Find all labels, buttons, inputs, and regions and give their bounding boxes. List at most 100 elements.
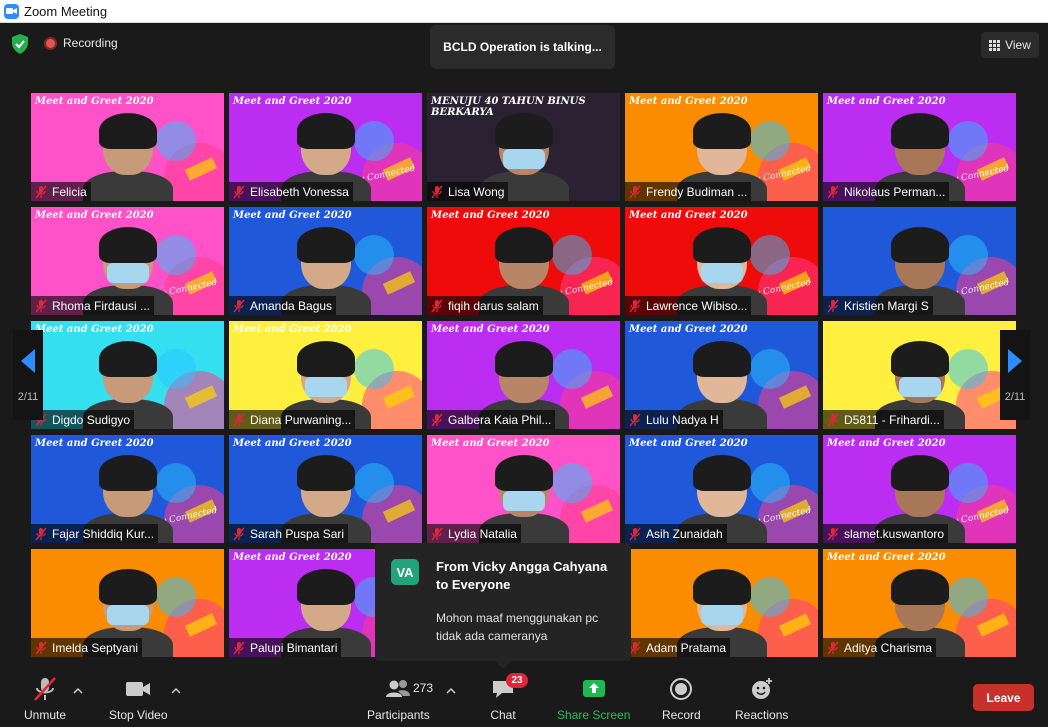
person-hair [891,113,949,149]
participant-name: Rhoma Firdausi ... [52,298,151,313]
previous-page-button[interactable]: 2/11 [13,330,43,420]
person-hair [99,341,157,377]
participant-tile[interactable]: Meet and Greet 2020 Aditya Charisma [823,549,1016,657]
background-decoration [354,121,394,161]
face-mask [107,263,149,283]
background-banner-text: Meet and Greet 2020 [233,210,352,221]
arrow-left-icon [21,349,35,373]
meeting-view: Recording BCLD Operation is talking... V… [0,23,1048,727]
participant-tile[interactable]: Imelda Septyani [31,549,224,657]
recording-indicator[interactable]: Recording [44,36,118,50]
participant-name-tag: slamet.kuswantoro [823,524,949,543]
talking-label: BCLD Operation is talking... [443,40,602,54]
person-hair [297,341,355,377]
participant-tile[interactable]: Meet and Greet 2020 Stay Connected Frendy … [625,93,818,201]
background-decoration [948,577,988,617]
person-hair [297,569,355,605]
participant-name-tag: Kristien Margi S [823,296,933,315]
participant-name: D5811 - Frihardi... [844,412,940,427]
muted-microphone-icon [827,299,839,312]
participant-tile[interactable]: Meet and Greet 2020 Stay Connected Rhoma F… [31,207,224,315]
background-banner-text: Meet and Greet 2020 [233,552,352,563]
participant-tile[interactable]: Meet and Greet 2020 Diana Purwaning... [229,321,422,429]
background-decoration [750,577,790,617]
background-decoration [354,349,394,389]
background-decoration [750,349,790,389]
next-page-button[interactable]: 2/11 [1000,330,1030,420]
face-mask [503,491,545,511]
background-banner-text: Meet and Greet 2020 [629,210,748,221]
participant-tile[interactable]: Meet and Greet 2020 Stay Connected fiqih d… [427,207,620,315]
participant-tile[interactable]: D5811 - Frihardi... [823,321,1016,429]
meeting-toolbar: Unmute Stop Video Participants 273 Chat … [0,668,1048,727]
face-mask [305,377,347,397]
record-button[interactable]: Record [662,676,701,722]
chat-notification-popup[interactable]: VA From Vicky Angga Cahyana to Everyone … [375,543,631,669]
security-shield-icon[interactable] [10,33,30,55]
participant-tile[interactable]: Meet and Greet 2020 Digdo Sudigyo [31,321,224,429]
participant-tile[interactable]: Meet and Greet 2020 Stay Connected Asih Zu… [625,435,818,543]
participant-name: Nikolaus Perman... [844,184,946,199]
chat-sender: From Vicky Angga Cahyana to Everyone [436,559,608,592]
video-camera-icon [126,682,151,696]
emoji-reaction-icon [751,678,772,699]
view-button[interactable]: View [981,32,1039,58]
participant-tile[interactable]: Meet and Greet 2020 Amanda Bagus [229,207,422,315]
participant-name-tag: Lulu Nadya H [625,410,723,429]
participant-tile[interactable]: Meet and Greet 2020 Stay Connected Lawrenc… [625,207,818,315]
face-mask [899,377,941,397]
participant-tile[interactable]: Meet and Greet 2020 Stay Connected Nikolau… [823,93,1016,201]
chat-unread-badge: 23 [506,673,528,688]
background-banner-text: Meet and Greet 2020 [431,324,550,335]
participants-options-chevron-icon[interactable] [446,686,456,696]
participant-tile[interactable]: Meet and Greet 2020 Stay Connected slamet.… [823,435,1016,543]
muted-microphone-icon [827,527,839,540]
participant-tile[interactable]: Stay Connected Kristien Margi S [823,207,1016,315]
title-bar: Zoom Meeting [0,0,1048,23]
participant-tile[interactable]: MENUJU 40 TAHUN BINUS BERKARYA Lisa Wong [427,93,620,201]
recording-label: Recording [63,36,118,50]
participant-tile[interactable]: Meet and Greet 2020 Felicia [31,93,224,201]
share-screen-label: Share Screen [557,708,631,722]
participant-tile[interactable]: Meet and Greet 2020 Stay Connected Elisabe… [229,93,422,201]
participant-name: Lydia Natalia [448,526,517,541]
audio-options-chevron-icon[interactable] [73,686,83,696]
participant-name: Digdo Sudigyo [52,412,131,427]
participant-name: Imelda Septyani [52,640,139,655]
participant-name-tag: Nikolaus Perman... [823,182,950,201]
participant-name-tag: Rhoma Firdausi ... [31,296,155,315]
background-decoration [552,463,592,503]
stop-video-button[interactable]: Stop Video [109,676,168,722]
participant-name-tag: Felicia [31,182,91,201]
video-options-chevron-icon[interactable] [171,686,181,696]
background-decoration [156,577,196,617]
participant-tile[interactable]: Meet and Greet 2020 Lulu Nadya H [625,321,818,429]
muted-microphone-icon [431,413,443,426]
record-label: Record [662,708,701,722]
participant-name-tag: Asih Zunaidah [625,524,727,543]
participant-tile[interactable]: Meet and Greet 2020 Lydia Natalia [427,435,620,543]
participant-name-tag: D5811 - Frihardi... [823,410,944,429]
chat-label: Chat [490,708,516,722]
participant-tile[interactable]: Meet and Greet 2020 Sarah Puspa Sari [229,435,422,543]
leave-button[interactable]: Leave [973,684,1034,711]
share-screen-button[interactable]: Share Screen [557,676,630,722]
background-decoration [156,121,196,161]
participant-name-tag: Lisa Wong [427,182,509,201]
muted-microphone-icon [233,413,245,426]
background-decoration [156,235,196,275]
participant-tile[interactable]: Meet and Greet 2020 Stay Connected Fajar S… [31,435,224,543]
participant-name: Asih Zunaidah [646,526,723,541]
background-decoration [354,463,394,503]
grid-view-icon [989,39,1001,51]
reactions-button[interactable]: Reactions [735,676,788,722]
muted-microphone-icon [34,677,56,701]
muted-microphone-icon [35,185,47,198]
background-banner-text: Meet and Greet 2020 [629,324,748,335]
participant-name-tag: Digdo Sudigyo [31,410,135,429]
unmute-button[interactable]: Unmute [24,676,66,722]
participant-tile[interactable]: Meet and Greet 2020 Galbera Kaia Phil... [427,321,620,429]
face-mask [701,263,743,283]
muted-microphone-icon [35,299,47,312]
participant-tile[interactable]: Adam Pratama [625,549,818,657]
